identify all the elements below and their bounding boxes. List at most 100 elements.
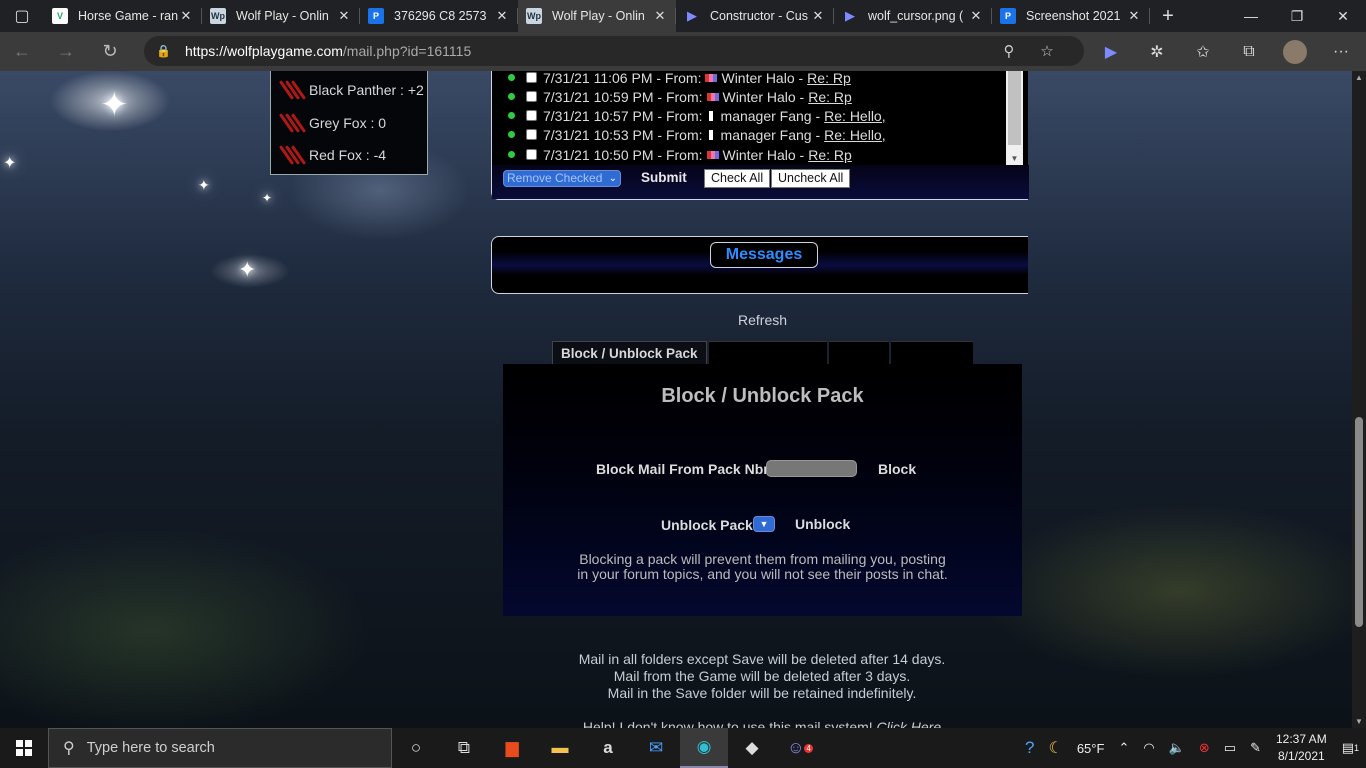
- mail-icon[interactable]: ✉: [632, 728, 680, 768]
- mail-checkbox[interactable]: [526, 110, 537, 121]
- minimize-icon[interactable]: —: [1228, 0, 1274, 32]
- back-arrow-icon[interactable]: ←: [0, 32, 44, 71]
- reload-icon[interactable]: ↻: [88, 32, 132, 71]
- weather-moon-icon[interactable]: ☾: [1041, 728, 1069, 768]
- close-tab-icon[interactable]: ✕: [178, 8, 194, 24]
- browser-tab-5[interactable]: ▶ wolf_cursor.png ( ✕: [834, 0, 992, 32]
- close-tab-icon[interactable]: ✕: [494, 8, 510, 24]
- volume-muted-icon[interactable]: 🔈: [1162, 728, 1192, 768]
- check-all-button[interactable]: Check All: [704, 169, 771, 188]
- mail-subject-link[interactable]: Re: Rp: [807, 71, 851, 86]
- close-tab-icon[interactable]: ✕: [810, 8, 826, 24]
- mail-checkbox[interactable]: [526, 72, 537, 83]
- notifications-icon[interactable]: ▤ 1: [1335, 728, 1366, 768]
- pack-flag-icon: [708, 129, 713, 140]
- mail-retention-notes: Mail in all folders except Save will be …: [480, 651, 1044, 702]
- page-scrollbar-thumb[interactable]: [1355, 417, 1363, 627]
- mail-list-scrollbar[interactable]: ▼: [1006, 71, 1023, 165]
- close-tab-icon[interactable]: ✕: [968, 8, 984, 24]
- mail-sender[interactable]: manager Fang -: [721, 127, 821, 143]
- cursor-extension-icon[interactable]: ▶: [1088, 32, 1134, 71]
- messages-title[interactable]: Messages: [710, 242, 818, 268]
- claw-icon: [278, 112, 307, 134]
- tab-settings-4[interactable]: [890, 341, 973, 365]
- task-view-icon[interactable]: ⧉: [440, 728, 488, 768]
- uncheck-all-button[interactable]: Uncheck All: [771, 169, 851, 188]
- pack-flag-icon: [705, 73, 718, 82]
- clock[interactable]: 12:37 AM 8/1/2021: [1268, 728, 1335, 768]
- help-click-here-link[interactable]: Click Here: [877, 719, 942, 728]
- extensions-puzzle-icon[interactable]: ✲: [1134, 32, 1180, 71]
- mail-checkbox[interactable]: [526, 91, 537, 102]
- mail-checkbox[interactable]: [526, 149, 537, 160]
- edge-browser-icon[interactable]: ◉: [680, 728, 728, 768]
- submit-button[interactable]: Submit: [641, 170, 687, 185]
- mail-date: 7/31/21 10:57 PM - From:: [543, 107, 703, 124]
- add-favorite-star-icon[interactable]: ☆: [1028, 36, 1066, 66]
- favorites-icon[interactable]: ✩: [1180, 32, 1226, 71]
- refresh-link[interactable]: Refresh: [738, 312, 787, 328]
- amazon-icon[interactable]: a: [584, 728, 632, 768]
- forward-arrow-icon[interactable]: →: [44, 32, 88, 71]
- scrollbar-thumb[interactable]: [1008, 71, 1021, 145]
- clock-time: 12:37 AM: [1275, 732, 1327, 746]
- tab-actions-icon[interactable]: ▢: [0, 0, 44, 32]
- mail-subject-link[interactable]: Re: Rp: [808, 89, 852, 105]
- scroll-up-arrow-icon[interactable]: ▲: [1352, 73, 1366, 82]
- taskbar-search-input[interactable]: ⚲ Type here to search: [48, 728, 392, 768]
- mail-date: 7/31/21 10:59 PM - From:: [543, 88, 703, 105]
- browser-tab-0[interactable]: V Horse Game - ran ✕: [44, 0, 202, 32]
- mail-subject-link[interactable]: Re: Hello,: [824, 127, 885, 143]
- restore-icon[interactable]: ❐: [1274, 0, 1320, 32]
- tab-favicon-icon: P: [1000, 8, 1016, 24]
- mail-sender[interactable]: Winter Halo -: [723, 89, 805, 105]
- wifi-icon[interactable]: ◠: [1136, 728, 1161, 768]
- browser-tab-2[interactable]: P 376296 C8 2573 ✕: [360, 0, 518, 32]
- unblock-pack-select[interactable]: ▼: [753, 516, 775, 532]
- zoom-magnifier-icon[interactable]: ⚲: [990, 36, 1028, 66]
- mail-sender[interactable]: Winter Halo -: [721, 71, 803, 86]
- profile-avatar[interactable]: [1283, 39, 1307, 64]
- mail-sender[interactable]: manager Fang -: [721, 108, 821, 124]
- browser-tab-6[interactable]: P Screenshot 2021 ✕: [992, 0, 1150, 32]
- tab-settings-3[interactable]: [828, 341, 889, 365]
- file-explorer-icon[interactable]: ▬: [536, 728, 584, 768]
- block-pack-number-input[interactable]: [766, 460, 857, 477]
- unblock-button[interactable]: Unblock: [795, 516, 850, 532]
- mail-date: 7/31/21 11:06 PM - From:: [543, 71, 702, 86]
- mail-subject-link[interactable]: Re: Hello,: [824, 108, 885, 124]
- tab-block-unblock-pack[interactable]: Block / Unblock Pack: [552, 341, 707, 365]
- help-question-icon[interactable]: ?: [1018, 728, 1041, 768]
- collections-icon[interactable]: ⧉: [1226, 32, 1272, 71]
- close-tab-icon[interactable]: ✕: [336, 8, 352, 24]
- discord-icon[interactable]: ☺ 4: [776, 728, 824, 768]
- mail-subject-link[interactable]: Re: Rp: [808, 147, 852, 163]
- url-input[interactable]: 🔒 https://wolfplaygame.com/mail.php?id=1…: [144, 36, 1084, 66]
- browser-tab-1[interactable]: Wp Wolf Play - Onlin ✕: [202, 0, 360, 32]
- start-button[interactable]: [0, 728, 48, 768]
- show-hidden-icons-chevron-icon[interactable]: ⌃: [1111, 728, 1136, 768]
- weather-temperature[interactable]: 65°F: [1070, 728, 1112, 768]
- roblox-icon[interactable]: ◆: [728, 728, 776, 768]
- battery-icon[interactable]: ▭: [1217, 728, 1243, 768]
- remove-checked-select[interactable]: Remove Checked ⌄: [503, 170, 621, 187]
- page-scrollbar[interactable]: ▲ ▼: [1352, 71, 1366, 728]
- office-icon[interactable]: ▆: [488, 728, 536, 768]
- more-menu-icon[interactable]: ···: [1318, 32, 1364, 71]
- browser-tab-4[interactable]: ▶ Constructor - Cus ✕: [676, 0, 834, 32]
- new-tab-plus-icon[interactable]: +: [1150, 0, 1186, 32]
- close-tab-icon[interactable]: ✕: [1126, 8, 1142, 24]
- pen-icon[interactable]: ✎: [1243, 728, 1268, 768]
- close-window-icon[interactable]: ✕: [1320, 0, 1366, 32]
- scroll-down-arrow-icon[interactable]: ▼: [1006, 154, 1023, 163]
- close-tab-icon[interactable]: ✕: [652, 8, 668, 24]
- retention-line: Mail from the Game will be deleted after…: [613, 668, 911, 684]
- network-error-icon[interactable]: ⊗: [1192, 728, 1217, 768]
- browser-tab-3-active[interactable]: Wp Wolf Play - Onlin ✕: [518, 0, 676, 32]
- mail-checkbox[interactable]: [526, 129, 537, 140]
- cortana-circle-icon[interactable]: ○: [392, 728, 440, 768]
- mail-sender[interactable]: Winter Halo -: [723, 147, 805, 163]
- scroll-down-arrow-icon[interactable]: ▼: [1352, 717, 1366, 726]
- tab-settings-2[interactable]: [708, 341, 827, 365]
- block-button[interactable]: Block: [878, 461, 916, 477]
